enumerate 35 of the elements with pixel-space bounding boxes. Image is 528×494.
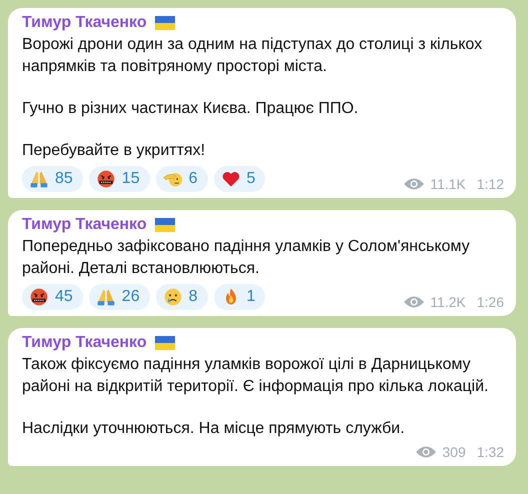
view-count: 11.2K [430, 294, 466, 310]
eye-icon [403, 177, 426, 191]
angry-face-icon [96, 169, 116, 189]
reaction-button[interactable]: 85 [22, 166, 83, 192]
message-time: 1:32 [476, 444, 504, 460]
reaction-button[interactable]: 5 [214, 166, 266, 192]
view-count: 11.1K [430, 176, 466, 192]
reaction-button[interactable]: 26 [88, 284, 150, 310]
heart-icon [220, 169, 240, 189]
view-count: 309 [442, 444, 466, 460]
message-text: Ворожі дрони один за одним на підступах до столиці з кількох напрямків та повітряному просторі міста. [22, 35, 484, 77]
message-text: Попередньо зафіксовано падіння уламків у Солом'янському районі. Деталі встановлюються. [22, 237, 471, 279]
reaction-button[interactable]: 6 [156, 166, 208, 192]
praying-hands-icon [29, 169, 49, 189]
reaction-button[interactable]: 1 [214, 284, 266, 310]
message-text: Перебувайте в укриттях! [22, 141, 206, 161]
reaction-button[interactable]: 15 [88, 166, 150, 192]
author-name[interactable]: Тимур Ткаченко [22, 334, 147, 352]
author-name[interactable]: Тимур Ткаченко [22, 216, 147, 234]
praying-hands-icon [96, 287, 116, 307]
author-name[interactable]: Тимур Ткаченко [22, 14, 147, 32]
flag-icon [154, 336, 175, 350]
eye-icon [403, 295, 426, 309]
reaction-button[interactable]: 45 [22, 284, 83, 310]
message-text: Також фіксуємо падіння уламків ворожої цілі в Дарницькому районі на відкритій території. Є інформація про кілька локацій. [22, 355, 490, 397]
message-time: 1:26 [476, 294, 504, 310]
message-text: Наслідки уточнюються. На місце прямують служби. [22, 419, 406, 439]
message-text: Гучно в різних частинах Києва. Працює ППО. [22, 99, 360, 119]
message-time: 1:12 [476, 176, 504, 192]
flag-icon [154, 218, 175, 232]
angry-face-icon [29, 287, 49, 307]
reaction-button[interactable]: 8 [156, 284, 208, 310]
eye-icon [415, 445, 438, 459]
crying-face-icon [162, 287, 183, 307]
flag-icon [154, 16, 175, 30]
